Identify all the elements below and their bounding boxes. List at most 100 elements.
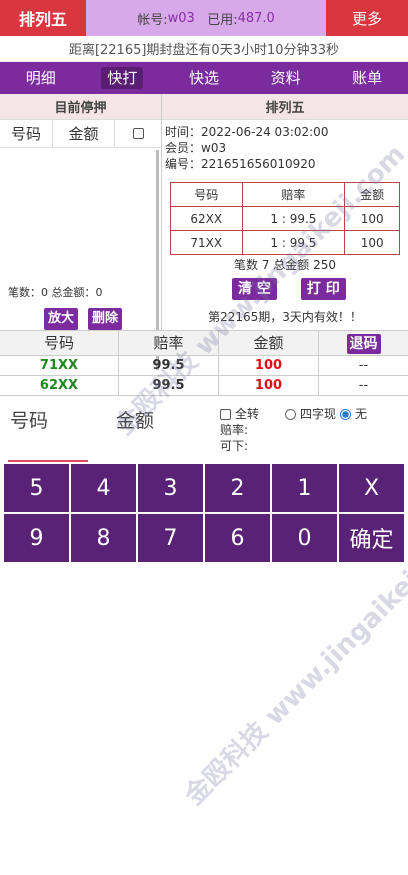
bet-odds: 99.5	[118, 355, 218, 376]
key-7[interactable]: 7	[138, 514, 203, 562]
number-field[interactable]: 号码	[10, 406, 48, 433]
option-row: 全转 四字现 无	[220, 406, 367, 422]
lottery-title: 排列五	[0, 0, 86, 36]
receipt-col-amount: 金额	[344, 182, 400, 207]
pending-bets-title: 目前停押	[0, 94, 161, 120]
account-value: w03	[167, 10, 195, 26]
tab-bill[interactable]: 账单	[326, 67, 408, 89]
table-row: 62XX 1 : 99.5 100	[170, 206, 400, 231]
pending-col-number: 号码	[10, 125, 41, 143]
receipt-time: 时间：2022-06-24 03:02:00	[165, 125, 329, 139]
refund-cell: 退码	[318, 330, 408, 356]
used-value: 487.0	[237, 10, 275, 26]
key-4[interactable]: 4	[71, 464, 136, 512]
max-label: 可下:	[220, 439, 249, 453]
bet-col-odds: 赔率	[118, 330, 218, 356]
tab-details-label: 明细	[25, 69, 56, 87]
key-5[interactable]: 5	[4, 464, 69, 512]
key-9[interactable]: 9	[4, 514, 69, 562]
account-info: 帐号: w03 已用: 487.0	[86, 0, 326, 36]
bet-list-header: 号码 赔率 金额 退码	[0, 330, 408, 356]
tab-bill-label: 账单	[352, 69, 383, 87]
full-turn-checkbox[interactable]	[220, 408, 231, 420]
receipt-number: 62XX	[170, 206, 243, 231]
pending-summary: 笔数：0 总金额：0	[8, 286, 103, 299]
list-item: 71XX 99.5 100 --	[0, 355, 408, 376]
receipt-table: 号码 赔率 金额 62XX 1 : 99.5 100 71XX 1 : 99.5…	[170, 182, 400, 255]
bet-action: --	[318, 375, 408, 396]
more-button[interactable]: 更多	[326, 0, 408, 36]
receipt-summary: 笔数 7 总金额 250	[234, 258, 336, 272]
key-0[interactable]: 0	[272, 514, 337, 562]
receipt-odds: 1 : 99.5	[241, 206, 346, 231]
key-1[interactable]: 1	[272, 464, 337, 512]
table-row: 71XX 1 : 99.5 100	[170, 230, 400, 255]
bet-odds: 99.5	[118, 375, 218, 396]
bet-options: 全转 四字现 无 赔率: 可下:	[220, 406, 367, 454]
active-field-indicator	[8, 460, 88, 462]
countdown-text: 距离[22165]期封盘还有0天3小时10分钟33秒	[0, 36, 408, 62]
tab-quick-bet-label: 快打	[101, 67, 144, 89]
bet-number: 62XX	[39, 377, 79, 393]
receipt-info: 时间：2022-06-24 03:02:00 会员：w03 编号：2216516…	[162, 120, 408, 172]
amount-field[interactable]: 金额	[116, 406, 154, 433]
used-label: 已用:	[207, 12, 238, 28]
bet-col-number: 号码	[43, 334, 74, 352]
receipt-serial: 编号：221651656010920	[165, 157, 316, 171]
select-all-checkbox[interactable]	[132, 128, 144, 139]
numeric-keypad: 5 4 3 2 1 X 9 8 7 6 0 确定	[4, 464, 404, 562]
receipt-member: 会员：w03	[165, 141, 227, 155]
bet-input-area: 号码 金额 全转 四字现 无 赔率: 可下:	[0, 398, 408, 464]
clear-button[interactable]: 清 空	[232, 278, 277, 300]
receipt-table-header: 号码 赔率 金额	[170, 182, 400, 207]
enlarge-button[interactable]: 放大	[44, 308, 79, 330]
pending-bets-header: 号码 金额	[0, 119, 161, 148]
bet-amount: 100	[218, 375, 318, 396]
receipt-odds: 1 : 99.5	[241, 230, 346, 255]
account-label: 帐号:	[137, 12, 168, 28]
tab-profile[interactable]: 资料	[245, 67, 327, 89]
receipt-title: 排列五	[162, 94, 408, 120]
tab-quick-bet[interactable]: 快打	[82, 67, 164, 89]
tab-profile-label: 资料	[270, 69, 301, 87]
tab-quick-select-label: 快选	[188, 69, 219, 87]
validity-note: 第22165期，3天内有效！！	[208, 310, 362, 324]
pending-col-amount: 金额	[52, 119, 114, 148]
receipt-amount: 100	[344, 230, 400, 255]
tab-quick-select[interactable]: 快选	[163, 67, 245, 89]
bet-col-amount: 金额	[218, 330, 318, 356]
key-2[interactable]: 2	[205, 464, 270, 512]
tab-details[interactable]: 明细	[0, 67, 82, 89]
key-8[interactable]: 8	[71, 514, 136, 562]
full-turn-label: 全转	[235, 407, 260, 421]
none-label: 无	[355, 407, 368, 421]
pending-bets-panel: 目前停押 号码 金额 笔数：0 总金额：0 放大 删除	[0, 94, 162, 370]
bet-number: 71XX	[39, 357, 79, 373]
main-nav: 明细 快打 快选 资料 账单	[0, 62, 408, 94]
delete-button[interactable]: 删除	[88, 308, 123, 330]
receipt-amount: 100	[344, 206, 400, 231]
bet-amount: 100	[218, 355, 318, 376]
receipt-col-number: 号码	[170, 182, 243, 207]
receipt-actions: 清 空 打 印	[232, 278, 346, 300]
four-digit-radio[interactable]	[285, 408, 297, 420]
top-bar: 排列五 帐号: w03 已用: 487.0 更多	[0, 0, 408, 36]
bet-action: --	[318, 355, 408, 376]
list-item: 62XX 99.5 100 --	[0, 375, 408, 396]
pending-actions: 放大 删除	[44, 308, 123, 330]
receipt-number: 71XX	[170, 230, 243, 255]
odds-label: 赔率:	[220, 423, 249, 437]
receipt-col-odds: 赔率	[241, 182, 346, 207]
none-radio[interactable]	[340, 408, 352, 420]
key-3[interactable]: 3	[138, 464, 203, 512]
select-all-cell	[114, 119, 161, 148]
four-digit-label: 四字现	[300, 407, 337, 421]
key-x[interactable]: X	[339, 464, 404, 512]
key-6[interactable]: 6	[205, 514, 270, 562]
bet-list: 号码 赔率 金额 退码 71XX 99.5 100 -- 62XX 99.5 1…	[0, 330, 408, 396]
confirm-key[interactable]: 确定	[339, 514, 404, 562]
receipt-panel: 排列五 时间：2022-06-24 03:02:00 会员：w03 编号：221…	[162, 94, 408, 330]
refund-button[interactable]: 退码	[346, 334, 381, 354]
print-button[interactable]: 打 印	[300, 278, 346, 300]
page: 排列五 帐号: w03 已用: 487.0 更多 距离[22165]期封盘还有0天3…	[0, 0, 408, 875]
